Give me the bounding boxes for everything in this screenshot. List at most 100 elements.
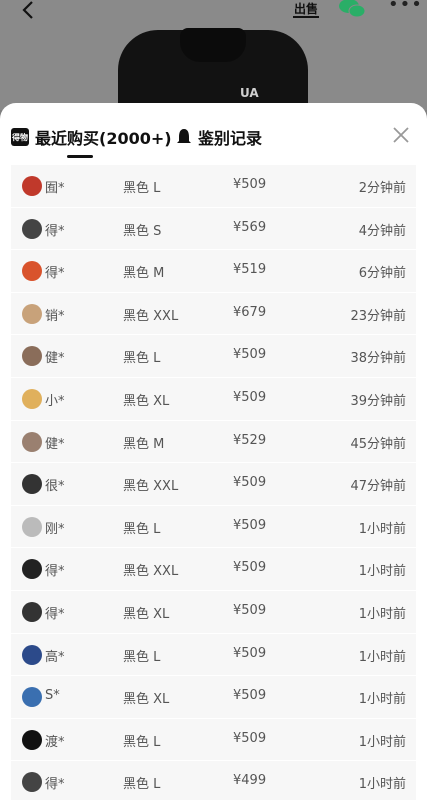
tab-authentication-records[interactable]: 鉴别记录: [176, 125, 262, 149]
avatar: [22, 388, 42, 409]
buyer-name: 健*: [45, 351, 65, 367]
product-spec: 黑色 L: [123, 351, 161, 367]
price: ¥499: [233, 773, 267, 789]
price: ¥519: [233, 262, 267, 278]
list-item: 刚* 黑色 L ¥509 1小时前: [11, 505, 416, 549]
sell-button[interactable]: 出售: [293, 0, 319, 18]
purchase-time: 1小时前: [358, 521, 406, 537]
list-item: 囿* 黑色 L ¥509 2分钟前: [11, 165, 416, 208]
close-button[interactable]: [391, 125, 411, 145]
purchase-records-sheet: 得物 最近购买(2000+) 鉴别记录 囿* 黑色 L ¥509 2分钟前 得*…: [0, 103, 427, 800]
list-item: 健* 黑色 M ¥529 45分钟前: [11, 420, 416, 464]
tab-label: 最近购买(2000+): [35, 129, 172, 148]
more-options-icon[interactable]: •••: [388, 0, 422, 16]
avatar: [22, 687, 42, 708]
price: ¥509: [233, 517, 267, 533]
wechat-share-icon[interactable]: [338, 0, 366, 18]
purchase-time: 45分钟前: [350, 436, 406, 452]
avatar: [22, 474, 42, 495]
purchase-time: 1小时前: [358, 564, 406, 580]
product-spec: 黑色 L: [123, 649, 161, 665]
product-spec: 黑色 XXL: [123, 564, 179, 580]
avatar: [22, 218, 42, 239]
buyer-name: 得*: [45, 223, 65, 239]
list-item: 小* 黑色 XL ¥509 39分钟前: [11, 377, 416, 421]
buyer-name: 健*: [45, 436, 65, 452]
purchase-time: 38分钟前: [350, 351, 406, 367]
product-spec: 黑色 XXL: [123, 308, 179, 324]
purchase-time: 6分钟前: [358, 266, 406, 282]
product-spec: 黑色 L: [123, 181, 161, 196]
purchase-time: 1小时前: [358, 734, 406, 750]
buyer-name: 销*: [45, 308, 65, 324]
dewu-logo-icon: 得物: [11, 128, 29, 146]
purchase-time: 2分钟前: [358, 181, 406, 196]
purchase-record-list[interactable]: 囿* 黑色 L ¥509 2分钟前 得* 黑色 S ¥569 4分钟前 得* 黑…: [11, 165, 416, 800]
price: ¥509: [233, 560, 267, 576]
avatar: [22, 431, 42, 452]
product-spec: 黑色 M: [123, 266, 165, 282]
list-item: 得* 黑色 XL ¥509 1小时前: [11, 590, 416, 634]
price: ¥509: [233, 389, 267, 405]
avatar: [22, 601, 42, 622]
purchase-time: 1小时前: [358, 692, 406, 708]
list-item: 得* 黑色 S ¥569 4分钟前: [11, 207, 416, 251]
tab-label: 鉴别记录: [198, 129, 263, 148]
buyer-name: 小*: [45, 393, 65, 409]
product-spec: 黑色 L: [123, 777, 161, 793]
buyer-name: 得*: [45, 606, 65, 622]
brand-logo: UA: [240, 86, 259, 100]
list-item: S* 黑色 XL ¥509 1小时前: [11, 676, 416, 719]
close-icon: [393, 127, 409, 143]
list-item: 健* 黑色 L ¥509 38分钟前: [11, 335, 416, 378]
price: ¥509: [233, 645, 267, 661]
product-image: UA: [118, 28, 308, 110]
list-item: 得* 黑色 M ¥519 6分钟前: [11, 250, 416, 293]
product-spec: 黑色 L: [123, 734, 161, 750]
avatar: [22, 261, 42, 282]
purchase-time: 47分钟前: [350, 479, 406, 495]
price: ¥509: [233, 347, 267, 363]
avatar: [22, 516, 42, 537]
buyer-name: 高*: [45, 649, 65, 665]
back-arrow-icon: [22, 1, 33, 19]
list-item: 销* 黑色 XXL ¥679 23分钟前: [11, 292, 416, 336]
buyer-name: 得*: [45, 777, 65, 793]
purchase-time: 39分钟前: [350, 393, 406, 409]
tab-recent-purchases[interactable]: 得物 最近购买(2000+): [11, 125, 172, 149]
buyer-name: 囿*: [45, 181, 65, 196]
buyer-name: S*: [45, 688, 60, 704]
product-spec: 黑色 XL: [123, 393, 170, 409]
buyer-name: 得*: [45, 266, 65, 282]
price: ¥509: [233, 177, 267, 192]
list-item: 渡* 黑色 L ¥509 1小时前: [11, 718, 416, 762]
active-tab-indicator: [67, 155, 93, 158]
product-spec: 黑色 XXL: [123, 479, 179, 495]
avatar: [22, 176, 42, 196]
avatar: [22, 729, 42, 750]
buyer-name: 渡*: [45, 734, 65, 750]
product-spec: 黑色 S: [123, 223, 162, 239]
product-spec: 黑色 M: [123, 436, 165, 452]
list-item: 得* 黑色 L ¥499 1小时前: [11, 761, 416, 800]
price: ¥509: [233, 602, 267, 618]
product-spec: 黑色 L: [123, 521, 161, 537]
back-button[interactable]: [14, 0, 42, 20]
price: ¥509: [233, 730, 267, 746]
jacket-collar: [180, 28, 246, 62]
price: ¥569: [233, 219, 267, 235]
buyer-name: 刚*: [45, 521, 65, 537]
buyer-name: 得*: [45, 564, 65, 580]
price: ¥679: [233, 304, 267, 320]
purchase-time: 4分钟前: [358, 223, 406, 239]
purchase-time: 1小时前: [358, 606, 406, 622]
avatar: [22, 303, 42, 324]
purchase-time: 1小时前: [358, 649, 406, 665]
product-header: UA 出售 •••: [0, 0, 427, 110]
product-spec: 黑色 XL: [123, 692, 170, 708]
price: ¥509: [233, 475, 267, 491]
avatar: [22, 346, 42, 367]
avatar: [22, 644, 42, 665]
product-spec: 黑色 XL: [123, 606, 170, 622]
tab-bar: 得物 最近购买(2000+) 鉴别记录: [0, 103, 427, 165]
